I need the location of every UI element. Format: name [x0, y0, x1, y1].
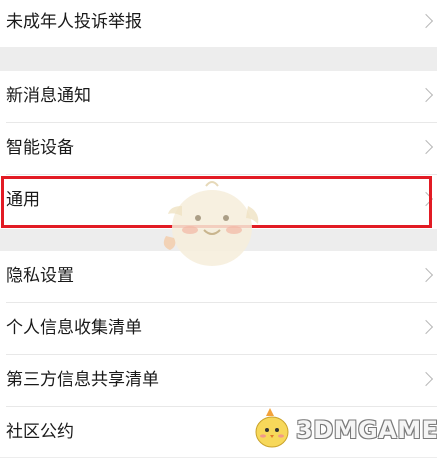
settings-item-smart-devices[interactable]: 智能设备 [0, 123, 437, 174]
chevron-right-icon [418, 371, 434, 387]
settings-item-label: 智能设备 [6, 138, 74, 158]
watermark-text: 3DMGAME [296, 416, 437, 444]
settings-item-label: 未成年人投诉举报 [6, 12, 142, 32]
watermark-chick-icon [255, 408, 289, 448]
settings-item-personal-info-list[interactable]: 个人信息收集清单 [0, 303, 437, 354]
settings-item-label: 隐私设置 [6, 266, 74, 286]
chevron-right-icon [418, 13, 434, 29]
mascot-icon [163, 181, 259, 266]
settings-item-new-message-notification[interactable]: 新消息通知 [0, 71, 437, 122]
settings-item-label: 个人信息收集清单 [6, 318, 142, 338]
chevron-right-icon [418, 267, 434, 283]
settings-item-label: 第三方信息共享清单 [6, 370, 159, 390]
settings-item-label: 新消息通知 [6, 86, 91, 106]
settings-item-third-party-sharing-list[interactable]: 第三方信息共享清单 [0, 355, 437, 406]
watermark: 3DMGAME [248, 404, 437, 454]
chevron-right-icon [418, 139, 434, 155]
settings-item-label: 社区公约 [6, 422, 74, 442]
chevron-right-icon [418, 87, 434, 103]
settings-item-minor-complaint[interactable]: 未成年人投诉举报 [0, 0, 437, 48]
chevron-right-icon [418, 319, 434, 335]
settings-group-1: 未成年人投诉举报 [0, 0, 437, 47]
